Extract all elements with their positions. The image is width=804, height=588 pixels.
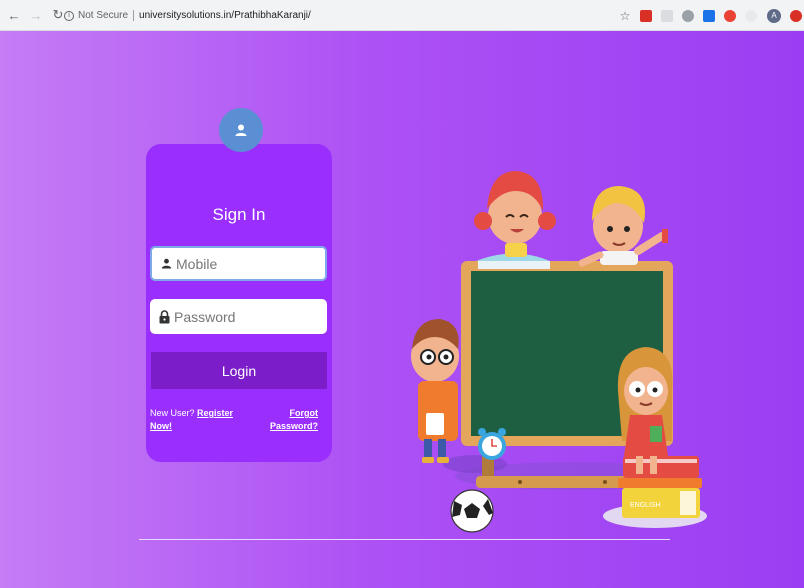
- bottom-divider: [139, 539, 670, 540]
- extension-grey-icon[interactable]: [661, 9, 673, 22]
- extension-red-circle-icon[interactable]: [790, 9, 802, 22]
- sign-in-title: Sign In: [212, 205, 266, 224]
- login-button[interactable]: Login: [151, 352, 327, 389]
- new-user-text: New User? Register Now!: [150, 407, 240, 433]
- bookmark-star-icon[interactable]: ☆: [619, 9, 631, 23]
- lock-icon: [158, 309, 170, 324]
- mobile-input[interactable]: [176, 255, 316, 272]
- mobile-field[interactable]: [150, 246, 327, 281]
- extension-red-icon[interactable]: [640, 9, 652, 22]
- security-label: Not Secure: [78, 10, 129, 21]
- extension-circle-icon[interactable]: [745, 9, 757, 22]
- browser-toolbar: ← → ↻ i Not Secure universitysolutions.i…: [0, 0, 804, 31]
- separator: [133, 10, 135, 21]
- globe-icon[interactable]: [682, 9, 694, 22]
- forward-icon[interactable]: →: [28, 7, 44, 23]
- user-icon: [160, 257, 172, 271]
- user-icon: [235, 124, 247, 136]
- extensions-bar: ☆ A: [610, 6, 804, 25]
- classroom-illustration: ENGLISH: [411, 171, 707, 533]
- info-icon[interactable]: i: [64, 10, 74, 21]
- user-avatar-circle: [219, 108, 263, 152]
- forgot-password-text: Forgot Password?: [268, 407, 318, 433]
- address-bar[interactable]: i Not Secure universitysolutions.in/Prat…: [64, 5, 658, 26]
- password-field[interactable]: [150, 299, 327, 334]
- url-text: universitysolutions.in/PrathibhaKaranji/: [139, 10, 311, 21]
- back-icon[interactable]: ←: [6, 7, 22, 23]
- forgot-password-link[interactable]: Forgot Password?: [270, 408, 318, 431]
- password-input[interactable]: [174, 308, 314, 325]
- profile-avatar[interactable]: A: [767, 8, 781, 23]
- extension-blue-icon[interactable]: [703, 9, 715, 22]
- new-user-prefix: New User?: [150, 408, 195, 418]
- page-background: Sign In Login New User? Register Now! Fo…: [0, 31, 804, 588]
- english-book-label: ENGLISH: [630, 502, 661, 509]
- opera-icon[interactable]: [724, 9, 736, 22]
